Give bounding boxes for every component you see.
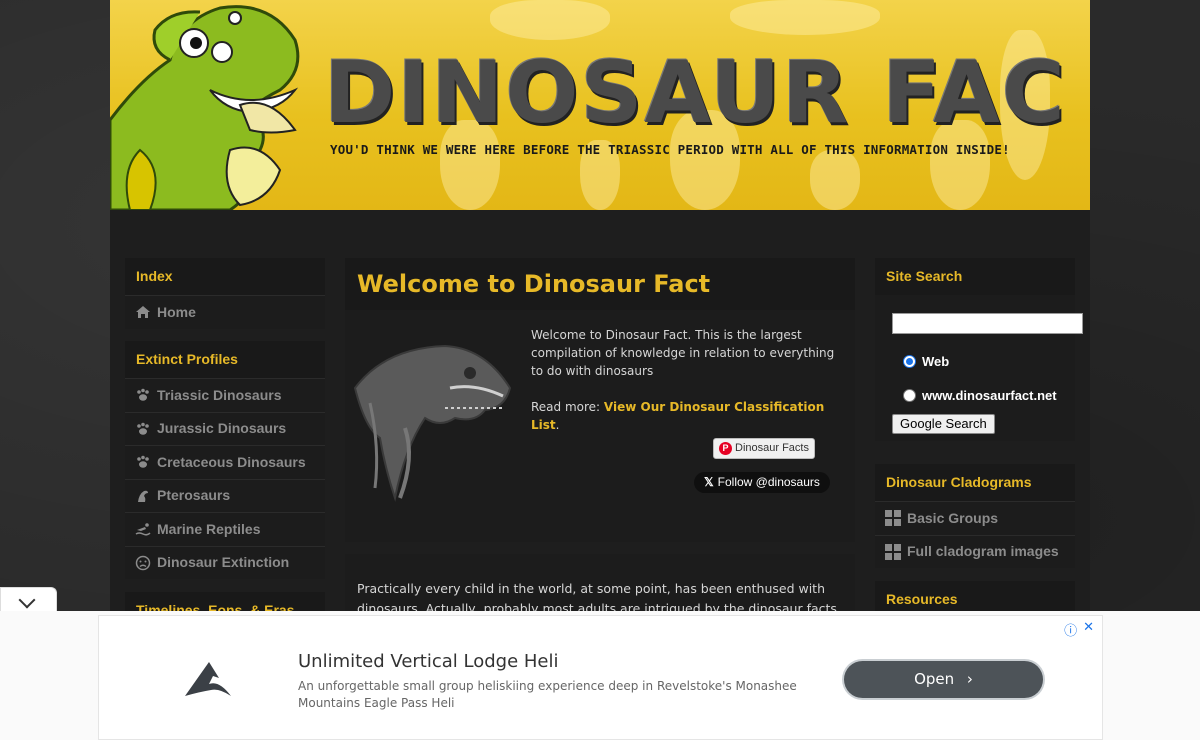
nav-item-home[interactable]: Home [125, 295, 325, 329]
trex-skeleton-image [353, 344, 512, 502]
read-more-prefix: Read more: [531, 400, 604, 414]
house-icon [135, 304, 151, 320]
pinterest-follow-button[interactable]: P Dinosaur Facts [713, 438, 815, 459]
nav-item-pterosaurs[interactable]: Pterosaurs [125, 478, 325, 512]
radio-option-site[interactable]: www.dinosaurfact.net [903, 388, 1057, 403]
nav-item-jurassic[interactable]: Jurassic Dinosaurs [125, 411, 325, 445]
site-banner[interactable]: DINOSAUR FACTS YOU'D THINK WE WERE HERE … [110, 0, 1090, 210]
nav-item-full-cladogram[interactable]: Full cladogram images [875, 534, 1075, 568]
cladograms-heading: Dinosaur Cladograms [875, 464, 1075, 501]
site-logo-title[interactable]: DINOSAUR FACTS [324, 48, 1064, 138]
ad-description: An unforgettable small group heliskiing … [298, 679, 797, 710]
ad-choices[interactable]: ⓘ ✕ [1064, 620, 1094, 639]
chevron-down-icon [18, 591, 36, 609]
nav-item-label: Jurassic Dinosaurs [157, 420, 287, 436]
intro-text-block: Welcome to Dinosaur Fact. This is the la… [531, 326, 841, 434]
x-follow-label: Follow @dinosaurs [717, 475, 820, 489]
pterosaur-icon [135, 488, 151, 504]
pinterest-label: Dinosaur Facts [735, 442, 809, 454]
frown-icon [135, 555, 151, 571]
ad-open-button[interactable]: Open › [844, 661, 1043, 698]
nav-item-basic-groups[interactable]: Basic Groups [875, 501, 1075, 535]
ad-title[interactable]: Unlimited Vertical Lodge Heli [298, 651, 558, 672]
search-input[interactable] [892, 313, 1083, 334]
mountain-logo-icon [185, 662, 231, 696]
chevron-right-icon: › [966, 670, 973, 688]
paw-icon [135, 421, 151, 437]
nav-item-label: Marine Reptiles [157, 520, 261, 537]
welcome-card: Welcome to Dinosaur Fact Welcome to Dino… [345, 258, 855, 542]
pinterest-icon: P [719, 442, 732, 455]
index-heading: Index [125, 258, 325, 295]
swimmer-icon [135, 521, 151, 537]
nav-item-label: Full cladogram images [907, 543, 1059, 559]
radio-button[interactable] [903, 389, 916, 402]
paw-icon [135, 387, 151, 403]
radio-option-web[interactable]: Web [903, 354, 949, 369]
nav-item-extinction[interactable]: Dinosaur Extinction [125, 545, 325, 579]
index-panel: Index Home [125, 258, 325, 329]
grid-icon [885, 543, 901, 560]
intro-paragraph: Welcome to Dinosaur Fact. This is the la… [531, 328, 835, 378]
nav-item-label: Cretaceous Dinosaurs [157, 453, 306, 470]
radio-label: Web [922, 354, 950, 369]
nav-item-label: Basic Groups [907, 509, 999, 526]
page-title: Welcome to Dinosaur Fact [345, 258, 855, 310]
read-more-suffix: . [555, 418, 560, 432]
read-more-line: Read more: View Our Dinosaur Classificat… [531, 398, 841, 434]
x-follow-button[interactable]: 𝕏 Follow @dinosaurs [694, 472, 830, 493]
ad-collapse-toggle[interactable] [0, 587, 57, 613]
nav-item-marine-reptiles[interactable]: Marine Reptiles [125, 512, 325, 546]
grid-icon [885, 510, 901, 527]
radio-label: www.dinosaurfact.net [922, 388, 1057, 403]
cladograms-panel: Dinosaur Cladograms Basic Groups Full cl… [875, 464, 1075, 568]
nav-item-label: Dinosaur Extinction [157, 554, 290, 570]
ad-unit[interactable]: Unlimited Vertical Lodge Heli An unforge… [98, 615, 1103, 740]
nav-item-triassic[interactable]: Triassic Dinosaurs [125, 378, 325, 412]
ad-open-label: Open [914, 670, 955, 688]
site-search-panel: Site Search Web www.dinosaurfact.net Goo… [875, 258, 1083, 441]
x-icon: 𝕏 [704, 475, 714, 489]
search-box: Site Search Web www.dinosaurfact.net Goo… [875, 258, 1083, 441]
info-icon[interactable]: ⓘ [1064, 620, 1077, 639]
close-icon[interactable]: ✕ [1083, 620, 1094, 639]
nav-item-label: Pterosaurs [157, 487, 231, 503]
extinct-profiles-panel: Extinct Profiles Triassic Dinosaurs Jura… [125, 341, 325, 579]
nav-item-label: Home [157, 303, 196, 320]
article-card: Practically every child in the world, at… [345, 554, 855, 614]
nav-item-cretaceous[interactable]: Cretaceous Dinosaurs [125, 445, 325, 479]
site-tagline: YOU'D THINK WE WERE HERE BEFORE THE TRIA… [330, 142, 1010, 157]
paw-icon [135, 454, 151, 470]
dinosaur-mascot-icon [110, 5, 300, 210]
extinct-profiles-heading: Extinct Profiles [125, 341, 325, 378]
google-search-button[interactable]: Google Search [892, 414, 995, 434]
nav-item-label: Triassic Dinosaurs [157, 386, 282, 403]
radio-button[interactable] [903, 355, 916, 368]
site-search-heading: Site Search [875, 258, 1075, 295]
article-paragraph: Practically every child in the world, at… [357, 581, 837, 614]
ad-bar: Unlimited Vertical Lodge Heli An unforge… [0, 611, 1200, 740]
